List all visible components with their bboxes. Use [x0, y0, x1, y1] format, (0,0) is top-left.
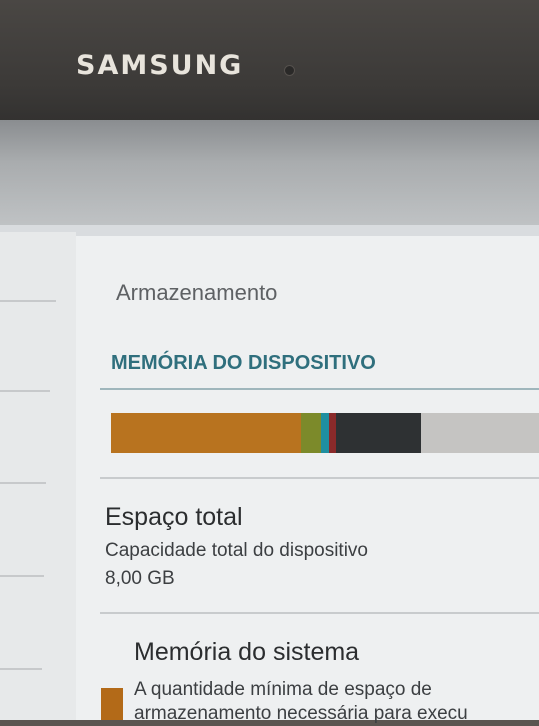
list-divider: [100, 612, 539, 614]
page-title: Armazenamento: [116, 280, 278, 305]
device-bezel: SAMSUNG: [0, 0, 539, 140]
storage-usage-bar[interactable]: [111, 413, 539, 453]
storage-segment-imagens: [320, 413, 330, 453]
list-divider: [100, 477, 539, 479]
sidebar-divider: [0, 482, 46, 484]
sidebar-divider: [0, 575, 44, 577]
system-memory-description: A quantidade mínima de espaço de armazen…: [134, 679, 468, 724]
total-space-title: Espaço total: [105, 503, 243, 531]
device-brand-logo: SAMSUNG: [76, 50, 244, 81]
status-bar: [0, 120, 539, 283]
storage-segment-sistema: [111, 413, 302, 453]
storage-segment-disponivel: [421, 413, 539, 453]
storage-segment-aplicativos: [301, 413, 321, 453]
sidebar-divider: [0, 300, 56, 302]
total-space-value: 8,00 GB: [105, 568, 175, 589]
total-space-description: Capacidade total do dispositivo: [105, 540, 369, 561]
settings-sidebar: [0, 232, 76, 720]
storage-segment-diversos: [335, 413, 422, 453]
system-memory-title: Memória do sistema: [134, 638, 360, 666]
sidebar-divider: [0, 668, 42, 670]
section-divider: [100, 388, 539, 390]
sidebar-divider: [0, 390, 50, 392]
system-memory-color-swatch: [101, 688, 123, 720]
front-camera: [284, 65, 295, 76]
section-header-device-memory: MEMÓRIA DO DISPOSITIVO: [111, 352, 376, 374]
